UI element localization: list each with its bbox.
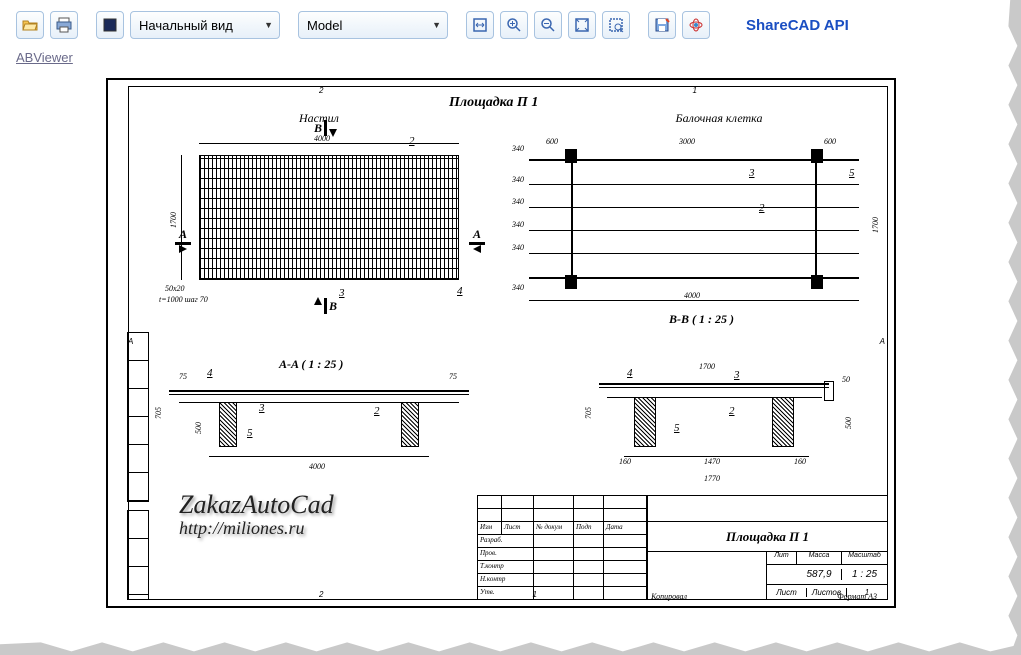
format-label: Формат A3	[837, 592, 877, 601]
section-aa-view	[169, 382, 469, 457]
zoom-out-button[interactable]	[534, 11, 562, 39]
tb-mass: 587,9	[797, 569, 842, 580]
open-button[interactable]	[16, 11, 44, 39]
dim: 1700	[699, 362, 715, 371]
dim: 340	[512, 144, 524, 153]
section-bb-title: В-В ( 1 : 25 )	[669, 312, 734, 327]
black-bg-button[interactable]	[96, 11, 124, 39]
side-stamp-1	[127, 332, 149, 502]
tb-scale: 1 : 25	[842, 569, 887, 580]
callout: 4	[457, 285, 463, 297]
frame-tick: 1	[693, 86, 697, 95]
dim: 600	[824, 137, 836, 146]
sharecad-api-link[interactable]: ShareCAD API	[746, 17, 849, 34]
section-mark-b-top: В	[314, 119, 337, 137]
torn-edge-right	[1003, 0, 1021, 655]
section-aa-title: A-A ( 1 : 25 )	[279, 357, 343, 372]
drawing-title: Площадка П 1	[449, 95, 538, 111]
dim: 1770	[704, 474, 720, 483]
callout: 2	[729, 405, 735, 417]
dim: 50	[842, 375, 850, 384]
frame-tick: 2	[319, 590, 323, 599]
dim: 4000	[309, 462, 325, 471]
callout: 5	[674, 422, 680, 434]
watermark: ZakazAutoCad http://miliones.ru	[179, 491, 334, 539]
callout: 2	[409, 135, 415, 147]
dim: 340	[512, 220, 524, 229]
dim: 160	[619, 457, 631, 466]
frame-tick: 2	[319, 86, 323, 95]
dim: 75	[449, 372, 457, 381]
dim: 340	[512, 283, 524, 292]
dim: 705	[584, 407, 593, 419]
zoom-window-button[interactable]	[602, 11, 630, 39]
callout: 3	[339, 287, 345, 299]
callout: 4	[207, 367, 213, 379]
callout: 2	[759, 202, 765, 214]
dim: 340	[512, 175, 524, 184]
dim: 705	[154, 407, 163, 419]
dim: 340	[512, 243, 524, 252]
abviewer-link[interactable]: ABViewer	[16, 50, 73, 65]
drawing-frame: 2 1 2 1 А А Площадка П 1 Настил Балочная…	[106, 78, 896, 608]
callout: 3	[259, 402, 265, 414]
dim: 500	[194, 422, 203, 434]
zoom-in-button[interactable]	[500, 11, 528, 39]
frame-tick: А	[880, 337, 885, 346]
save-button[interactable]	[648, 11, 676, 39]
layout-select[interactable]: Model	[298, 11, 448, 39]
view2-label: Балочная клетка	[659, 111, 779, 126]
dim: 3000	[679, 137, 695, 146]
layout-select-value: Model	[307, 18, 342, 33]
callout: 5	[849, 167, 855, 179]
callout: 2	[374, 405, 380, 417]
print-button[interactable]	[50, 11, 78, 39]
inner-frame: 2 1 2 1 А А Площадка П 1 Настил Балочная…	[128, 86, 888, 600]
dim: 160	[794, 457, 806, 466]
copied-label: Копировал	[651, 592, 687, 601]
3d-orbit-button[interactable]	[682, 11, 710, 39]
dim: 340	[512, 197, 524, 206]
toolbar: Начальный вид Model ShareCAD API	[0, 0, 1021, 50]
view-select-value: Начальный вид	[139, 18, 233, 33]
title-block: ИзмЛист№ докумПодпДата Разраб. Пров. Т.к…	[477, 495, 887, 599]
torn-edge-bottom	[0, 637, 1021, 655]
section-mark-b-bot: В	[314, 297, 337, 315]
drawing-canvas[interactable]: 2 1 2 1 А А Площадка П 1 Настил Балочная…	[16, 78, 993, 627]
beam-grid-plan	[529, 149, 859, 289]
fit-width-button[interactable]	[466, 11, 494, 39]
side-stamp-2	[127, 510, 149, 600]
callout: 3	[734, 369, 740, 381]
note: 50x20	[165, 284, 185, 293]
zoom-extents-button[interactable]	[568, 11, 596, 39]
dim: 1700	[169, 212, 178, 228]
section-bb-view	[599, 377, 849, 467]
section-mark-a-left: A	[173, 227, 193, 253]
view-select[interactable]: Начальный вид	[130, 11, 280, 39]
dim: 600	[546, 137, 558, 146]
section-mark-a-right: A	[467, 227, 487, 253]
callout: 4	[627, 367, 633, 379]
tb-title: Площадка П 1	[648, 522, 887, 552]
dim: 1700	[871, 217, 880, 233]
callout: 3	[749, 167, 755, 179]
note: t=1000 шаг 70	[159, 295, 208, 304]
dim: 1470	[704, 457, 720, 466]
grating-plan	[199, 155, 459, 280]
frame-tick: А	[128, 337, 133, 346]
dim: 75	[179, 372, 187, 381]
dim: 500	[844, 417, 853, 429]
dim: 4000	[684, 291, 700, 300]
callout: 5	[247, 427, 253, 439]
